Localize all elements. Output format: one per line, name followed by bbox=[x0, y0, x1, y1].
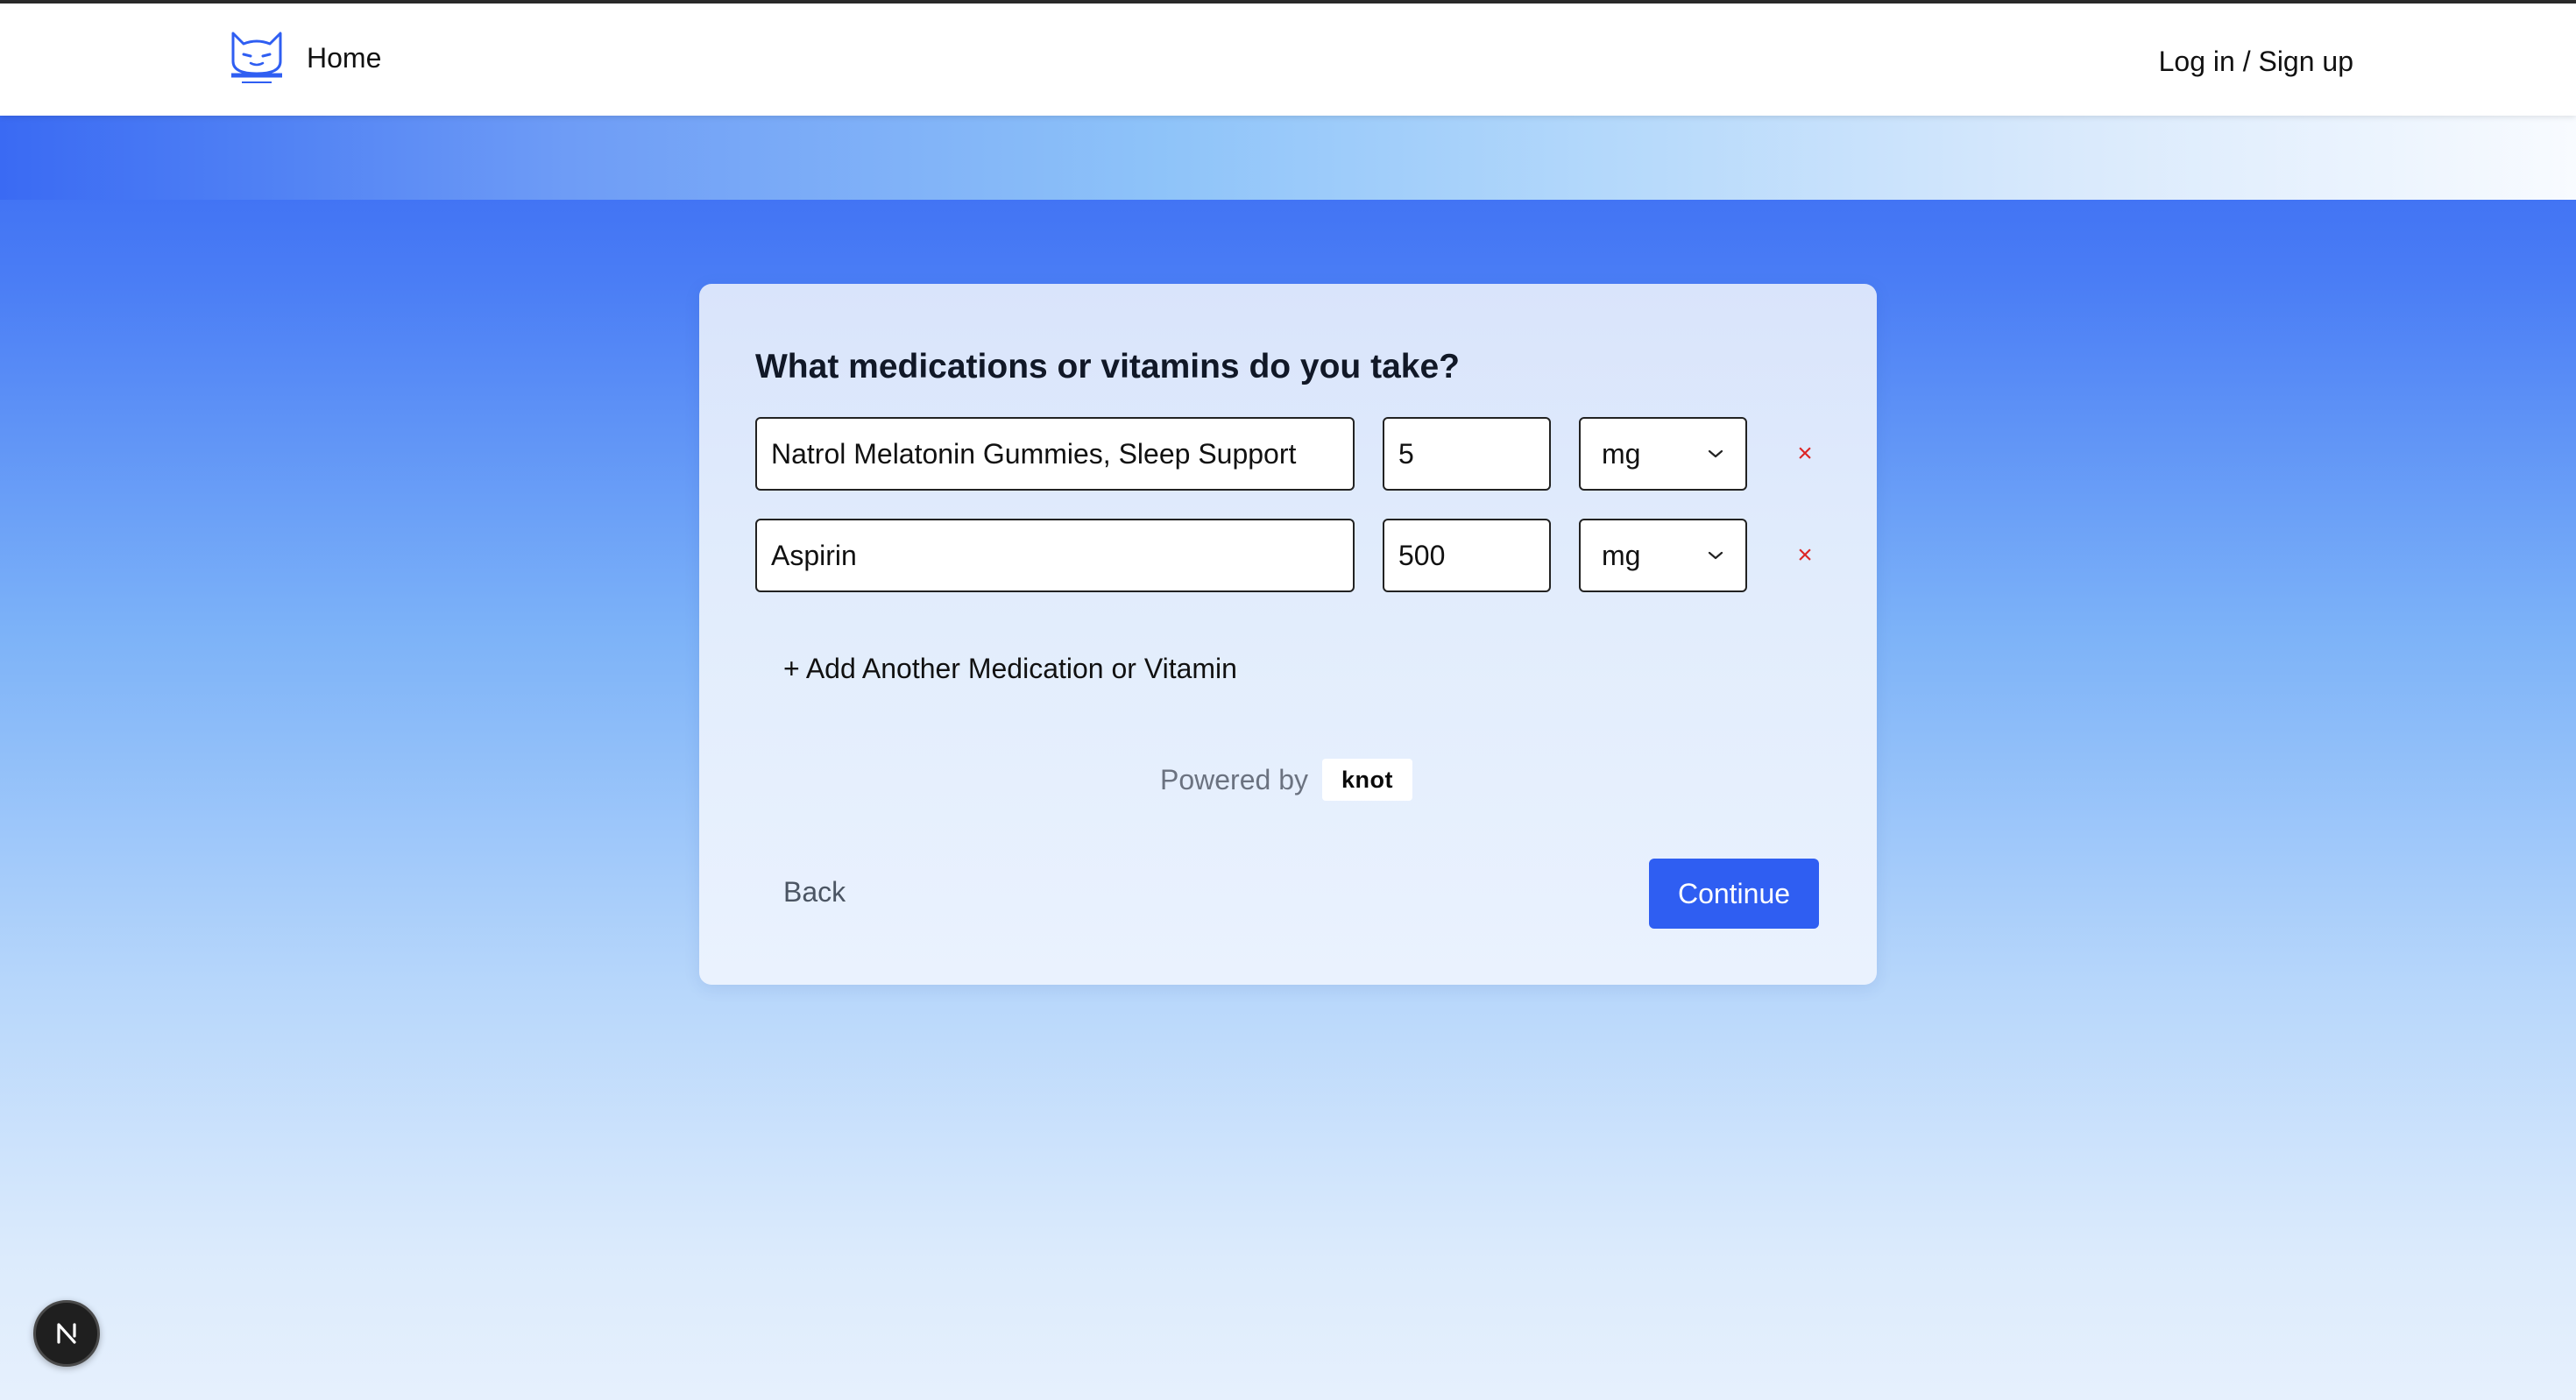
brand-home-link[interactable]: Home bbox=[226, 26, 381, 89]
powered-by: Powered by knot bbox=[1160, 759, 1412, 801]
card-title: What medications or vitamins do you take… bbox=[755, 348, 1460, 385]
powered-by-label: Powered by bbox=[1160, 764, 1308, 795]
navbar: Home Log in / Sign up bbox=[0, 4, 2576, 116]
hero-gradient-band bbox=[0, 116, 2576, 200]
nextjs-icon bbox=[57, 1323, 76, 1344]
remove-medication-button[interactable]: × bbox=[1786, 536, 1824, 575]
unit-select-value: mg bbox=[1602, 437, 1641, 470]
home-link-label: Home bbox=[307, 42, 382, 74]
medication-name-input[interactable]: Aspirin bbox=[755, 519, 1355, 592]
medication-unit-select[interactable]: mg bbox=[1579, 519, 1747, 592]
medication-unit-select[interactable]: mg bbox=[1579, 417, 1747, 491]
medication-row: Natrol Melatonin Gummies, Sleep Support … bbox=[755, 417, 1824, 491]
add-medication-button[interactable]: + Add Another Medication or Vitamin bbox=[783, 652, 1237, 685]
chevron-down-icon bbox=[1708, 551, 1723, 560]
unit-select-value: mg bbox=[1602, 539, 1641, 571]
knot-logo: knot bbox=[1321, 759, 1412, 801]
cat-logo-icon bbox=[231, 32, 282, 83]
medications-card: What medications or vitamins do you take… bbox=[699, 284, 1877, 985]
nextjs-dev-button[interactable] bbox=[33, 1300, 100, 1367]
medication-dose-input[interactable]: 5 bbox=[1383, 417, 1551, 491]
medication-row: Aspirin 500 mg × bbox=[755, 519, 1824, 592]
back-button[interactable]: Back bbox=[783, 878, 846, 906]
remove-medication-button[interactable]: × bbox=[1786, 435, 1824, 473]
login-signup-link[interactable]: Log in / Sign up bbox=[2159, 47, 2353, 75]
medication-name-input[interactable]: Natrol Melatonin Gummies, Sleep Support bbox=[755, 417, 1355, 491]
chevron-down-icon bbox=[1708, 449, 1723, 458]
continue-button[interactable]: Continue bbox=[1649, 859, 1819, 929]
medication-dose-input[interactable]: 500 bbox=[1383, 519, 1551, 592]
